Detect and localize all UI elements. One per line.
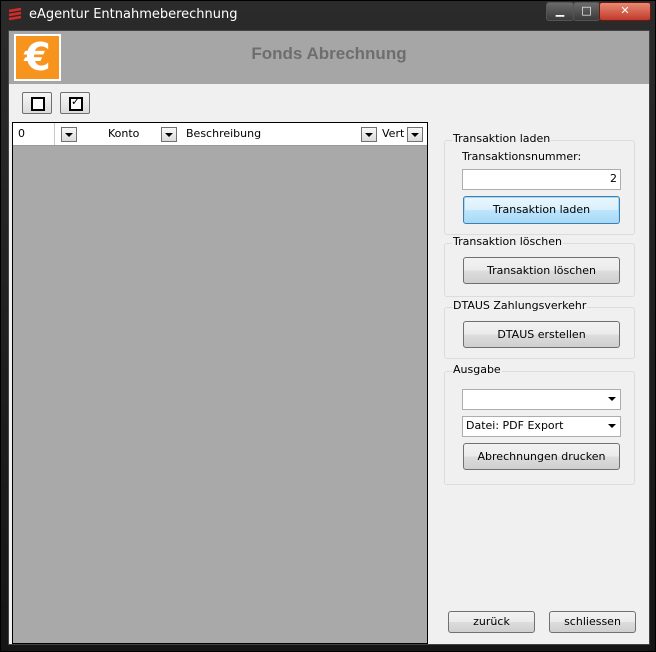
transaktion-laden-button[interactable]: Transaktion laden <box>463 196 620 224</box>
column-filter-dropdown[interactable] <box>61 127 77 142</box>
page-title: Fonds Abrechnung <box>251 44 407 63</box>
column-header-beschreibung[interactable]: Beschreibung <box>186 123 261 145</box>
column-separator <box>54 123 55 145</box>
transaktionsnummer-label: Transaktionsnummer: <box>462 150 582 163</box>
abrechnungen-drucken-button[interactable]: Abrechnungen drucken <box>463 443 620 470</box>
header-banner: Fonds Abrechnung € <box>9 31 649 84</box>
column-filter-dropdown[interactable] <box>161 127 177 142</box>
transaktion-loeschen-button[interactable]: Transaktion löschen <box>463 257 620 284</box>
printer-select[interactable] <box>462 389 621 410</box>
close-window-button[interactable]: ✕ <box>599 2 651 21</box>
window-title: eAgentur Entnahmeberechnung <box>29 7 238 22</box>
check-icon: ✓ <box>71 95 81 108</box>
output-format-select[interactable]: Datei: PDF Export <box>462 416 621 437</box>
group-label: DTAUS Zahlungsverkehr <box>452 299 588 312</box>
client-area: Fonds Abrechnung € ✓ 0 Konto Beschreibun… <box>8 30 650 645</box>
checkbox-checked-icon: ✓ <box>69 95 83 111</box>
chevron-down-icon <box>608 397 616 401</box>
euro-icon: € <box>16 36 59 79</box>
back-button[interactable]: zurück <box>448 611 535 633</box>
maximize-button[interactable]: □ <box>573 2 600 21</box>
group-label: Ausgabe <box>452 363 502 376</box>
euro-logo: € <box>14 34 61 81</box>
app-window: eAgentur Entnahmeberechnung ▁ □ ✕ Fonds … <box>0 0 656 652</box>
dtaus-erstellen-button[interactable]: DTAUS erstellen <box>463 321 620 348</box>
column-header-index: 0 <box>18 127 25 140</box>
checkbox-empty-icon <box>31 97 45 111</box>
column-header-vert[interactable]: Vert <box>382 123 404 145</box>
column-filter-dropdown[interactable] <box>407 127 423 142</box>
check-all-button[interactable]: ✓ <box>60 92 90 114</box>
transaktionsnummer-value: 2 <box>610 172 617 185</box>
group-label: Transaktion löschen <box>452 235 564 248</box>
app-icon <box>8 7 22 21</box>
chevron-down-icon <box>608 424 616 428</box>
group-label: Transaktion laden <box>452 132 552 145</box>
output-format-value: Datei: PDF Export <box>466 419 564 432</box>
column-filter-dropdown[interactable] <box>361 127 377 142</box>
column-header-konto[interactable]: Konto <box>108 123 139 145</box>
grid-header: 0 Konto Beschreibung Vert <box>13 123 427 146</box>
transaktionsnummer-input[interactable]: 2 <box>462 169 621 190</box>
minimize-button[interactable]: ▁ <box>546 2 574 21</box>
uncheck-all-button[interactable] <box>22 92 52 114</box>
close-button[interactable]: schliessen <box>549 611 636 633</box>
transactions-grid[interactable]: 0 Konto Beschreibung Vert <box>12 122 428 644</box>
title-bar[interactable]: eAgentur Entnahmeberechnung ▁ □ ✕ <box>1 1 655 29</box>
